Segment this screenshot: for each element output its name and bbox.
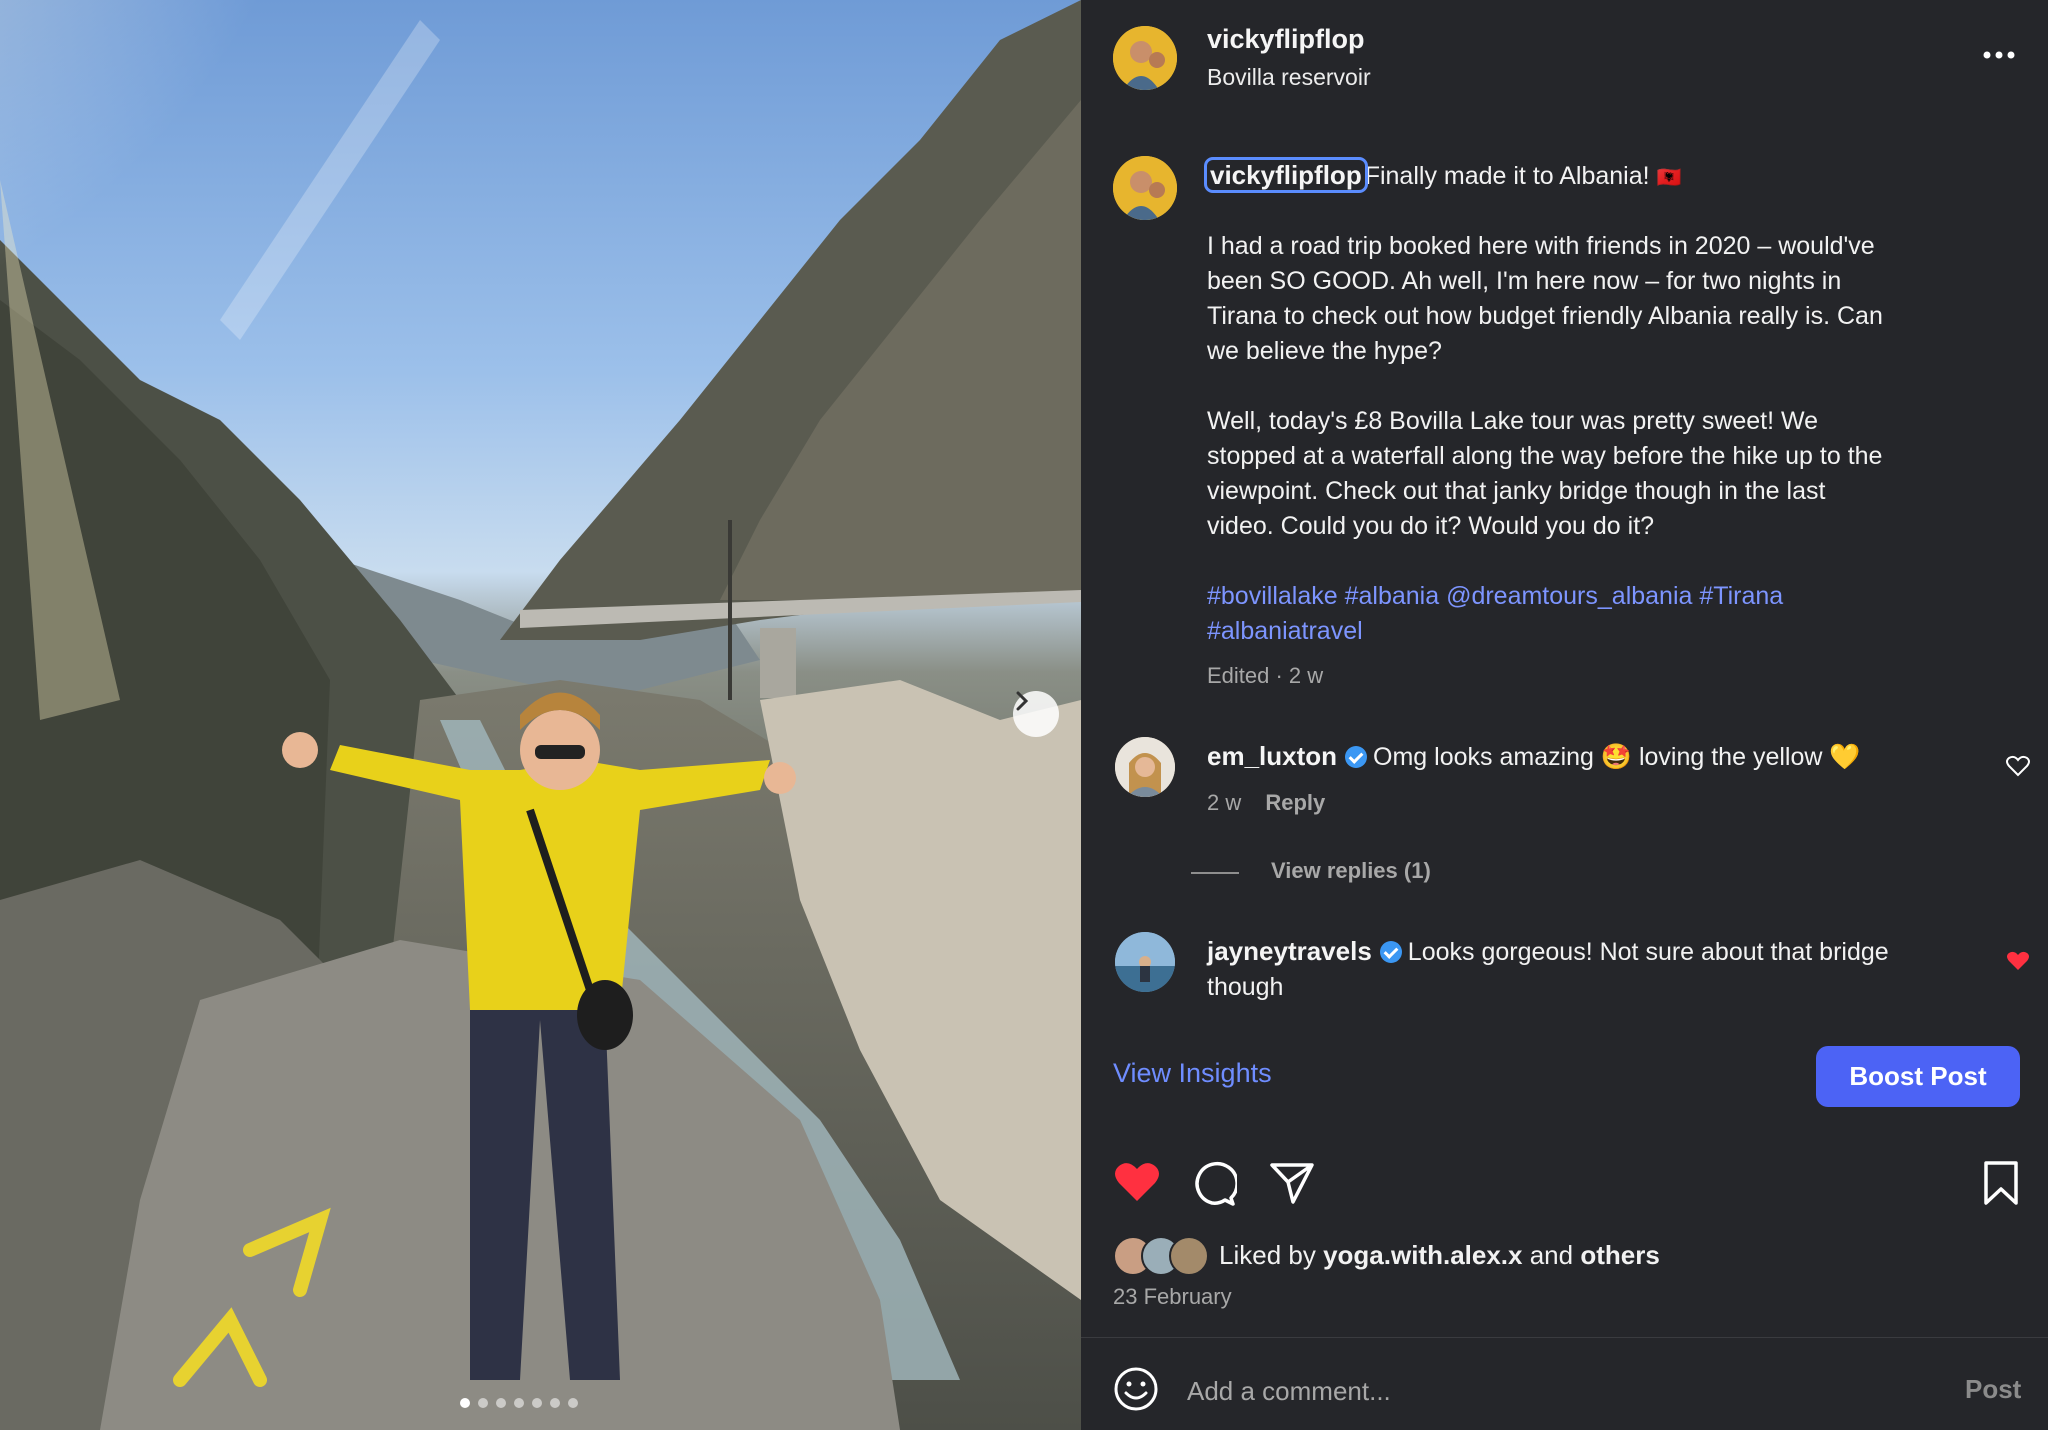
verified-icon: [1379, 941, 1402, 963]
carousel-dot[interactable]: [478, 1398, 488, 1408]
caption-text: Finally made it to Albania!: [1364, 162, 1657, 190]
header-username[interactable]: vickyflipflop: [1207, 24, 1365, 55]
comment-1: em_luxton Omg looks amazing 🤩 loving the …: [1207, 739, 1860, 775]
caption-line: Well, today's £8 Bovilla Lake tour was p…: [1207, 407, 1819, 435]
avatar-image: [1113, 156, 1177, 220]
caption-tags: #bovillalake #albania @dreamtours_albani…: [1207, 579, 1783, 649]
comment-like-button[interactable]: [2006, 950, 2030, 972]
avatar-image: [1113, 26, 1177, 90]
caption-first-line: vickyflipflop Finally made it to Albania!…: [1204, 157, 1682, 196]
comment-username[interactable]: jayneytravels: [1207, 936, 1372, 966]
carousel-dot[interactable]: [496, 1398, 506, 1408]
carousel-dot[interactable]: [550, 1398, 560, 1408]
carousel-dot[interactable]: [514, 1398, 524, 1408]
caption-username[interactable]: vickyflipflop: [1204, 157, 1368, 193]
comment-like-button[interactable]: [2006, 755, 2030, 777]
caption-line: viewpoint. Check out that janky bridge t…: [1207, 477, 1826, 505]
commenter-avatar[interactable]: [1115, 737, 1175, 797]
comment-button[interactable]: [1191, 1160, 1239, 1206]
comment-icon: [1195, 1161, 1239, 1206]
post-sidebar: vickyflipflop Bovilla reservoir vickyfli…: [1081, 0, 2048, 1430]
comment-divider: [1081, 1337, 2048, 1338]
share-button[interactable]: [1269, 1160, 1315, 1206]
liked-by-prefix: Liked by: [1219, 1240, 1324, 1270]
liker-avatar: [1169, 1236, 1209, 1276]
heart-icon: [1115, 1163, 1159, 1201]
liked-by-others[interactable]: others: [1580, 1240, 1659, 1270]
save-button[interactable]: [1981, 1160, 2021, 1206]
flag-emoji: 🇦🇱: [1656, 167, 1682, 189]
caption-line: I had a road trip booked here with frien…: [1207, 232, 1875, 260]
caption-paragraph-1: I had a road trip booked here with frien…: [1207, 229, 1883, 369]
avatar-image: [1115, 932, 1175, 992]
like-button[interactable]: [1113, 1160, 1161, 1204]
caption-avatar[interactable]: [1113, 156, 1177, 220]
more-icon[interactable]: [1981, 48, 2017, 62]
avatar-image: [1115, 737, 1175, 797]
caption-line: been SO GOOD. Ah well, I'm here now – fo…: [1207, 267, 1842, 295]
post-photo[interactable]: [0, 0, 1081, 1430]
view-insights-link[interactable]: View Insights: [1113, 1058, 1272, 1089]
caption-line: video. Could you do it? Would you do it?: [1207, 512, 1655, 540]
carousel-dot[interactable]: [568, 1398, 578, 1408]
photo-illustration: [0, 0, 1081, 1430]
hashtag-line[interactable]: #albaniatravel: [1207, 614, 1783, 649]
comment-time: 2 w: [1207, 790, 1242, 815]
author-avatar[interactable]: [1113, 26, 1177, 90]
liker-avatars[interactable]: [1113, 1236, 1213, 1276]
carousel-dots: [460, 1398, 578, 1408]
post-comment-button[interactable]: Post: [1965, 1374, 2021, 1405]
post-date: 23 February: [1113, 1284, 1232, 1309]
header-location[interactable]: Bovilla reservoir: [1207, 64, 1371, 91]
caption-line: Tirana to check out how budget friendly …: [1207, 302, 1883, 330]
reply-button[interactable]: Reply: [1265, 790, 1325, 815]
caption-line: stopped at a waterfall along the way bef…: [1207, 442, 1883, 470]
carousel-dot[interactable]: [532, 1398, 542, 1408]
liked-by-user[interactable]: yoga.with.alex.x: [1323, 1240, 1522, 1270]
heart-icon: [2006, 755, 2030, 777]
comment-text: Omg looks amazing 🤩 loving the yellow 💛: [1373, 743, 1861, 771]
liked-by-and: and: [1522, 1240, 1581, 1270]
boost-post-button[interactable]: Boost Post: [1816, 1046, 2020, 1107]
emoji-icon: [1114, 1367, 1158, 1411]
liked-by-text: Liked by yoga.with.alex.x and others: [1219, 1240, 1660, 1271]
comment-text: Looks gorgeous! Not sure about that brid…: [1407, 938, 1889, 966]
view-replies-button[interactable]: View replies (1): [1271, 858, 1431, 884]
next-slide-button[interactable]: [1013, 691, 1059, 737]
emoji-button[interactable]: [1113, 1366, 1159, 1412]
share-icon: [1270, 1163, 1314, 1204]
comment-2: jayneytravels Looks gorgeous! Not sure ab…: [1207, 934, 1889, 1005]
bookmark-icon: [1984, 1161, 2018, 1205]
caption-line: we believe the hype?: [1207, 337, 1442, 365]
carousel-dot[interactable]: [460, 1398, 470, 1408]
caption-paragraph-2: Well, today's £8 Bovilla Lake tour was p…: [1207, 404, 1882, 544]
heart-icon: [2007, 951, 2029, 970]
edited-timestamp: Edited · 2 w: [1207, 663, 1324, 688]
chevron-right-icon: [1016, 691, 1029, 711]
comment-input[interactable]: [1185, 1368, 1849, 1414]
hashtag-line[interactable]: #bovillalake #albania @dreamtours_albani…: [1207, 579, 1783, 614]
comment-meta: 2 w Reply: [1207, 790, 1325, 816]
commenter-avatar[interactable]: [1115, 932, 1175, 992]
verified-icon: [1345, 746, 1368, 768]
replies-divider: [1191, 872, 1239, 874]
comment-text-continued: though: [1207, 973, 1284, 1001]
comment-username[interactable]: em_luxton: [1207, 741, 1337, 771]
